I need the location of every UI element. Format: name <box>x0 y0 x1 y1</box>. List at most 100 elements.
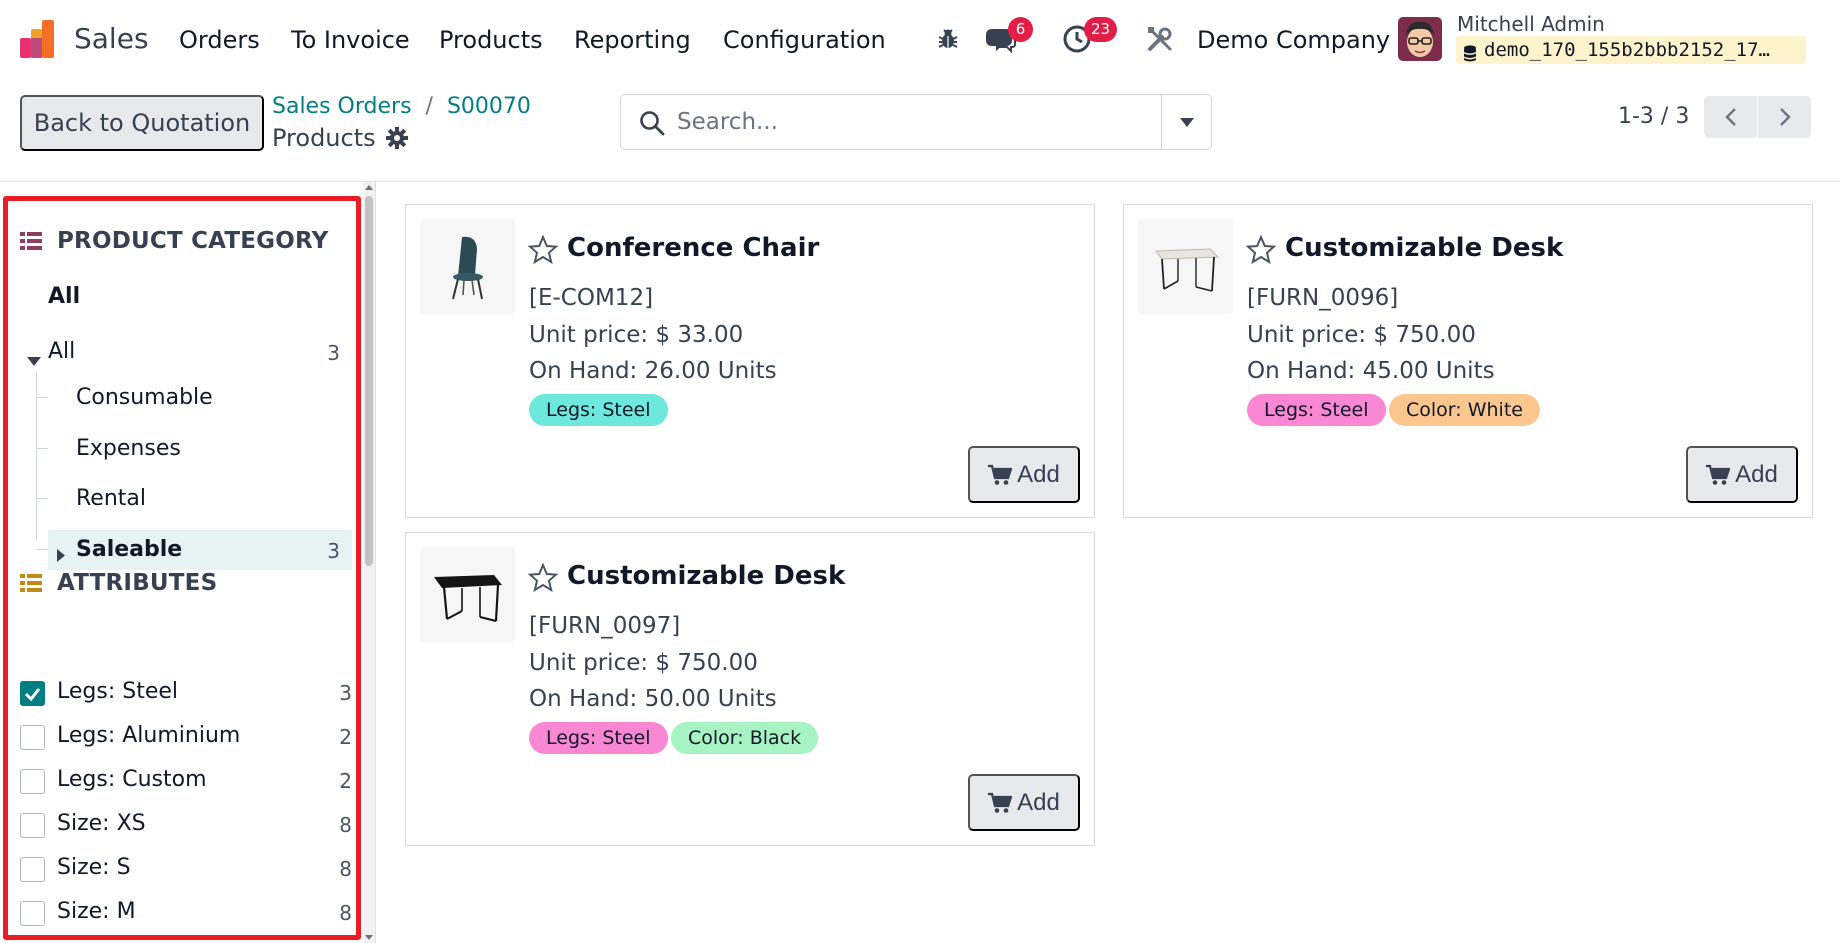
breadcrumb-separator: / <box>425 94 433 119</box>
product-unit-price: Unit price: $ 33.00 <box>529 322 744 348</box>
list-icon <box>20 574 42 592</box>
caret-right-icon[interactable] <box>57 543 65 568</box>
product-unit-price: Unit price: $ 750.00 <box>1247 322 1476 348</box>
add-label: Add <box>1017 460 1060 488</box>
checkbox[interactable] <box>20 857 45 882</box>
pager-previous-button[interactable] <box>1704 96 1757 138</box>
scroll-down-arrow[interactable] <box>365 935 373 940</box>
attribute-label: Size: S <box>57 855 131 880</box>
attribute-label: Size: XS <box>57 811 146 836</box>
attribute-filter-size-m[interactable]: Size: M 8 <box>20 896 352 932</box>
checkbox[interactable] <box>20 813 45 838</box>
add-button[interactable]: Add <box>968 446 1080 503</box>
product-image <box>1138 219 1233 314</box>
product-category-title: PRODUCT CATEGORY <box>57 228 329 254</box>
cart-icon <box>988 464 1013 485</box>
checkbox[interactable] <box>20 769 45 794</box>
category-item-rental[interactable]: Rental <box>0 479 352 519</box>
top-navbar: Sales Orders To Invoice Products Reporti… <box>0 0 1840 80</box>
category-item-saleable[interactable]: Saleable 3 <box>48 530 352 570</box>
company-switcher[interactable]: Demo Company <box>1197 26 1390 54</box>
sales-app-icon[interactable] <box>18 20 58 60</box>
search-icon <box>639 110 665 140</box>
attribute-label: Size: M <box>57 899 136 924</box>
breadcrumb: Sales Orders / S00070 <box>272 94 531 119</box>
category-label: Rental <box>76 486 146 511</box>
star-icon[interactable] <box>527 562 559 597</box>
breadcrumb-sales-orders[interactable]: Sales Orders <box>272 94 412 119</box>
caret-down-icon[interactable] <box>27 347 41 372</box>
attribute-filter-size-s[interactable]: Size: S 8 <box>20 852 352 888</box>
database-name: demo_170_155b2bbb2152_17… <box>1484 39 1770 61</box>
category-all-option[interactable]: All <box>48 284 80 309</box>
attribute-filter-legs-steel[interactable]: Legs: Steel 3 <box>20 676 352 712</box>
category-item-expenses[interactable]: Expenses <box>0 429 352 469</box>
attribute-filter-legs-aluminium[interactable]: Legs: Aluminium 2 <box>20 720 352 756</box>
sidebar-scrollbar[interactable] <box>363 182 375 943</box>
attribute-filter-legs-custom[interactable]: Legs: Custom 2 <box>20 764 352 800</box>
add-button[interactable]: Add <box>1686 446 1798 503</box>
add-button[interactable]: Add <box>968 774 1080 831</box>
activities-badge: 23 <box>1084 17 1118 42</box>
category-tree-root[interactable]: All 3 <box>0 332 352 372</box>
category-item-consumable[interactable]: Consumable <box>0 378 352 418</box>
product-code: [FURN_0097] <box>529 613 681 639</box>
check-icon <box>24 688 41 702</box>
menu-reporting[interactable]: Reporting <box>574 26 691 54</box>
menu-orders[interactable]: Orders <box>179 26 260 54</box>
user-name[interactable]: Mitchell Admin <box>1457 12 1605 36</box>
user-avatar[interactable] <box>1398 17 1442 61</box>
scroll-thumb[interactable] <box>365 196 373 566</box>
control-panel: Back to Quotation Sales Orders / S00070 Pr… <box>0 80 1840 182</box>
product-card[interactable]: Conference Chair [E-COM12] Unit price: $… <box>405 204 1095 518</box>
attribute-label: Legs: Aluminium <box>57 723 241 748</box>
menu-configuration[interactable]: Configuration <box>723 26 886 54</box>
search-panel: PRODUCT CATEGORY All All 3 Consumable Ex… <box>0 182 376 943</box>
caret-down-icon <box>1179 117 1194 127</box>
category-label: Saleable <box>76 537 183 562</box>
tree-connector <box>36 549 48 550</box>
attribute-count: 3 <box>339 681 352 705</box>
menu-to-invoice[interactable]: To Invoice <box>291 26 410 54</box>
star-icon[interactable] <box>527 234 559 269</box>
page-title: Products <box>272 124 376 152</box>
add-label: Add <box>1017 788 1060 816</box>
gear-icon[interactable] <box>385 127 408 149</box>
pager-next-button[interactable] <box>1758 96 1811 138</box>
attribute-tag: Color: Black <box>671 722 819 754</box>
list-icon <box>20 232 42 250</box>
messages-badge: 6 <box>1008 17 1033 42</box>
checkbox[interactable] <box>20 725 45 750</box>
checkbox[interactable] <box>20 901 45 926</box>
product-code: [FURN_0096] <box>1247 285 1399 311</box>
back-to-quotation-button[interactable]: Back to Quotation <box>20 95 264 151</box>
chevron-right-icon <box>1779 108 1791 126</box>
tools-icon[interactable] <box>1146 25 1174 57</box>
menu-products[interactable]: Products <box>439 26 543 54</box>
product-code: [E-COM12] <box>529 285 654 311</box>
checkbox[interactable] <box>20 681 45 706</box>
product-on-hand: On Hand: 50.00 Units <box>529 686 777 712</box>
star-icon[interactable] <box>1245 234 1277 269</box>
database-badge: demo_170_155b2bbb2152_17… <box>1456 36 1806 64</box>
product-card[interactable]: Customizable Desk [FURN_0097] Unit price… <box>405 532 1095 846</box>
attribute-count: 8 <box>339 901 352 925</box>
app-name[interactable]: Sales <box>74 22 149 55</box>
category-count: 3 <box>327 539 340 563</box>
attribute-label: Legs: Steel <box>57 679 179 704</box>
attribute-filter-size-xs[interactable]: Size: XS 8 <box>20 808 352 844</box>
product-image <box>420 219 515 314</box>
search-options-toggle[interactable] <box>1161 95 1211 149</box>
product-on-hand: On Hand: 26.00 Units <box>529 358 777 384</box>
scroll-up-arrow[interactable] <box>365 185 373 190</box>
product-image <box>420 547 515 642</box>
category-root-label: All <box>48 339 76 364</box>
product-card[interactable]: Customizable Desk [FURN_0096] Unit price… <box>1123 204 1813 518</box>
pager-value[interactable]: 1-3 / 3 <box>1618 104 1689 129</box>
chevron-left-icon <box>1724 108 1736 126</box>
breadcrumb-order[interactable]: S00070 <box>447 94 531 119</box>
product-name: Conference Chair <box>567 233 820 263</box>
attribute-tag: Legs: Steel <box>529 722 668 754</box>
search-input[interactable] <box>677 105 1177 139</box>
bug-icon[interactable] <box>936 27 960 55</box>
